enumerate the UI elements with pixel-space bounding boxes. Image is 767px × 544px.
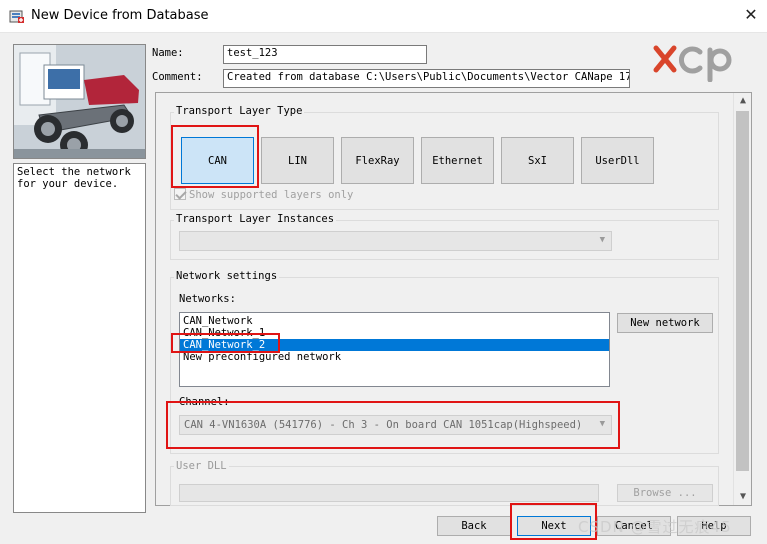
networks-label: Networks: bbox=[179, 293, 236, 305]
vehicle-chassis-image bbox=[13, 44, 146, 159]
scroll-down-icon[interactable]: ▼ bbox=[734, 489, 752, 505]
next-button[interactable]: Next bbox=[517, 516, 591, 536]
transport-lin-button[interactable]: LIN bbox=[261, 137, 334, 184]
close-icon[interactable]: ✕ bbox=[738, 4, 764, 26]
channel-value: CAN 4-VN1630A (541776) - Ch 3 - On board… bbox=[184, 419, 583, 431]
user-dll-path-field[interactable] bbox=[179, 484, 599, 502]
help-button[interactable]: Help bbox=[677, 516, 751, 536]
app-database-icon bbox=[9, 10, 24, 23]
transport-ethernet-button[interactable]: Ethernet bbox=[421, 137, 494, 184]
network-settings-title: Network settings bbox=[174, 270, 280, 282]
transport-layer-title: Transport Layer Type bbox=[174, 105, 305, 117]
browse-button[interactable]: Browse ... bbox=[617, 484, 713, 502]
user-dll-title: User DLL bbox=[174, 460, 229, 472]
chevron-down-icon: ▼ bbox=[599, 419, 605, 429]
vertical-scrollbar[interactable]: ▲ ▼ bbox=[733, 93, 751, 505]
show-supported-label: Show supported layers only bbox=[189, 189, 354, 201]
title-divider bbox=[0, 32, 767, 33]
step-description: Select the network for your device. bbox=[13, 163, 146, 513]
instances-title: Transport Layer Instances bbox=[174, 213, 337, 225]
back-button[interactable]: Back bbox=[437, 516, 511, 536]
networks-listbox[interactable]: CAN_Network CAN_Network_1 CAN_Network_2 … bbox=[179, 312, 610, 387]
network-list-item[interactable]: CAN_Network bbox=[180, 315, 609, 327]
chevron-down-icon: ▼ bbox=[599, 235, 605, 245]
title-bar: New Device from Database ✕ bbox=[0, 0, 767, 32]
name-label: Name: bbox=[152, 47, 184, 59]
instances-combo[interactable]: ▼ bbox=[179, 231, 612, 251]
scroll-up-icon[interactable]: ▲ bbox=[734, 93, 752, 109]
name-field[interactable]: test_123 bbox=[223, 45, 427, 64]
channel-combo[interactable]: CAN 4-VN1630A (541776) - Ch 3 - On board… bbox=[179, 415, 612, 435]
comment-field[interactable]: Created from database C:\Users\Public\Do… bbox=[223, 69, 630, 88]
show-supported-checkbox-row[interactable]: Show supported layers only bbox=[174, 188, 353, 201]
transport-sxi-button[interactable]: SxI bbox=[501, 137, 574, 184]
show-supported-checkbox[interactable] bbox=[174, 188, 186, 200]
network-list-item[interactable]: New preconfigured network bbox=[180, 351, 609, 363]
comment-label: Comment: bbox=[152, 71, 203, 83]
xcp-logo bbox=[653, 45, 732, 82]
network-list-item-selected[interactable]: CAN_Network_2 bbox=[180, 339, 609, 351]
transport-userdll-button[interactable]: UserDll bbox=[581, 137, 654, 184]
transport-can-button[interactable]: CAN bbox=[181, 137, 254, 184]
network-list-item[interactable]: CAN_Network_1 bbox=[180, 327, 609, 339]
cancel-button[interactable]: Cancel bbox=[597, 516, 671, 536]
scroll-thumb[interactable] bbox=[736, 111, 749, 471]
window-title: New Device from Database bbox=[31, 8, 209, 23]
transport-flexray-button[interactable]: FlexRay bbox=[341, 137, 414, 184]
channel-label: Channel: bbox=[179, 396, 230, 408]
new-network-button[interactable]: New network bbox=[617, 313, 713, 333]
